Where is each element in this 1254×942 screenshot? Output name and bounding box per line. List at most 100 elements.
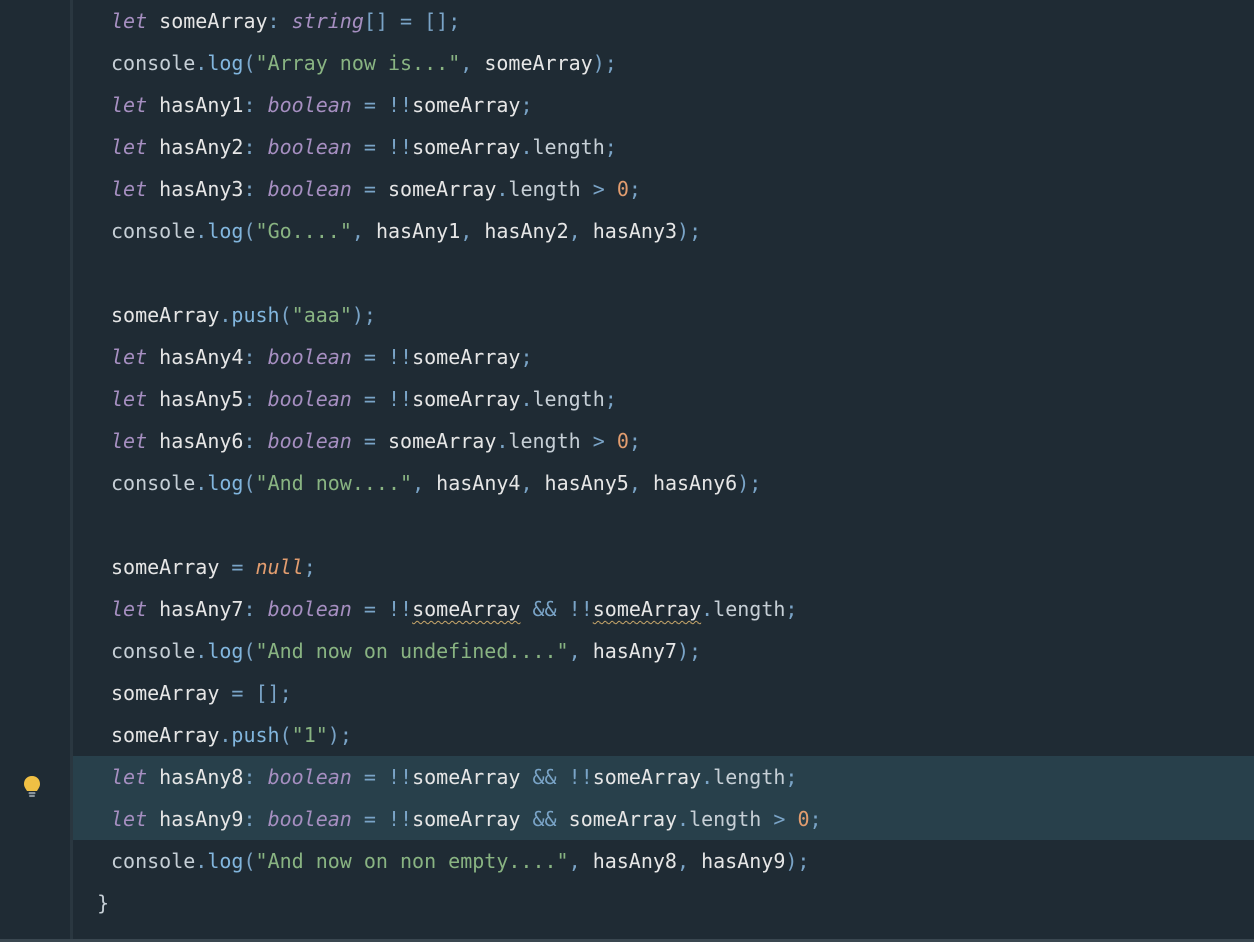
semicolon: ; <box>605 387 617 411</box>
equals: = <box>364 387 376 411</box>
keyword-let: let <box>111 765 147 789</box>
property: length <box>713 765 785 789</box>
number-literal: 0 <box>617 429 629 453</box>
identifier: someArray <box>569 807 677 831</box>
code-line[interactable]: let hasAny3: boolean = someArray.length … <box>73 168 1254 210</box>
quote: " <box>256 639 268 663</box>
code-line[interactable]: console.log("Go....", hasAny1, hasAny2, … <box>73 210 1254 252</box>
dot: . <box>219 303 231 327</box>
paren: ( <box>280 723 292 747</box>
type-boolean: boolean <box>268 387 352 411</box>
lightbulb-icon[interactable] <box>22 775 42 799</box>
property: length <box>713 597 785 621</box>
keyword-let: let <box>111 345 147 369</box>
keyword-let: let <box>111 9 147 33</box>
code-line[interactable]: } <box>73 882 1254 924</box>
colon: : <box>243 93 255 117</box>
code-line[interactable]: let hasAny4: boolean = !!someArray; <box>73 336 1254 378</box>
code-line[interactable]: let someArray: string[] = []; <box>73 0 1254 42</box>
equals: = <box>364 177 376 201</box>
code-line[interactable]: someArray.push("1"); <box>73 714 1254 756</box>
blank-line[interactable] <box>73 252 1254 294</box>
dot: . <box>195 51 207 75</box>
logical-and: && <box>533 765 557 789</box>
dot: . <box>496 177 508 201</box>
identifier: someArray <box>412 345 520 369</box>
semicolon: ; <box>520 345 532 369</box>
blank-line[interactable] <box>73 504 1254 546</box>
semicolon: ; <box>605 135 617 159</box>
identifier: hasAny7 <box>159 597 243 621</box>
not-not: !! <box>569 765 593 789</box>
code-line-selected[interactable]: let hasAny8: boolean = !!someArray && !!… <box>73 756 1254 798</box>
dot: . <box>520 387 532 411</box>
identifier: hasAny8 <box>159 765 243 789</box>
code-line-selected[interactable]: let hasAny9: boolean = !!someArray && so… <box>73 798 1254 840</box>
paren: ); <box>677 639 701 663</box>
keyword-let: let <box>111 387 147 411</box>
identifier: hasAny8 <box>593 849 677 873</box>
type-boolean: boolean <box>268 807 352 831</box>
not-not: !! <box>388 93 412 117</box>
string-literal: And now on non empty.... <box>268 849 557 873</box>
code-line[interactable]: let hasAny7: boolean = !!someArray && !!… <box>73 588 1254 630</box>
quote: " <box>292 723 304 747</box>
code-line[interactable]: let hasAny6: boolean = someArray.length … <box>73 420 1254 462</box>
identifier: hasAny6 <box>159 429 243 453</box>
paren: ); <box>352 303 376 327</box>
type-boolean: boolean <box>268 93 352 117</box>
identifier: hasAny3 <box>159 177 243 201</box>
not-not: !! <box>388 135 412 159</box>
quote: " <box>256 471 268 495</box>
comma: , <box>569 849 581 873</box>
code-line[interactable]: console.log("And now on non empty....", … <box>73 840 1254 882</box>
quote: " <box>316 723 328 747</box>
comma: , <box>352 219 364 243</box>
quote: " <box>448 51 460 75</box>
code-line[interactable]: let hasAny2: boolean = !!someArray.lengt… <box>73 126 1254 168</box>
colon: : <box>243 135 255 159</box>
colon: : <box>243 765 255 789</box>
comma: , <box>460 51 472 75</box>
identifier: hasAny1 <box>376 219 460 243</box>
gutter <box>0 0 70 942</box>
colon: : <box>243 429 255 453</box>
identifier: someArray <box>388 177 496 201</box>
semicolon: ; <box>810 807 822 831</box>
equals: = <box>231 681 243 705</box>
code-line[interactable]: console.log("And now on undefined....", … <box>73 630 1254 672</box>
dot: . <box>677 807 689 831</box>
identifier: hasAny9 <box>701 849 785 873</box>
string-literal: And now on undefined.... <box>268 639 557 663</box>
empty-array: []; <box>256 681 292 705</box>
quote: " <box>340 219 352 243</box>
identifier: someArray <box>159 9 267 33</box>
keyword-let: let <box>111 177 147 201</box>
code-line[interactable]: someArray = []; <box>73 672 1254 714</box>
function-name: log <box>207 51 243 75</box>
colon: : <box>243 345 255 369</box>
code-line[interactable]: console.log("And now....", hasAny4, hasA… <box>73 462 1254 504</box>
identifier: console <box>111 849 195 873</box>
not-not: !! <box>388 597 412 621</box>
greater-than: > <box>593 429 605 453</box>
identifier: someArray <box>412 387 520 411</box>
identifier: console <box>111 51 195 75</box>
code-line[interactable]: someArray.push("aaa"); <box>73 294 1254 336</box>
string-literal: 1 <box>304 723 316 747</box>
comma: , <box>460 219 472 243</box>
code-editor[interactable]: let someArray: string[] = []; console.lo… <box>0 0 1254 942</box>
equals: = <box>364 429 376 453</box>
dot: . <box>195 849 207 873</box>
code-line[interactable]: someArray = null; <box>73 546 1254 588</box>
code-area[interactable]: let someArray: string[] = []; console.lo… <box>73 0 1254 942</box>
paren: ( <box>243 219 255 243</box>
brackets: [] <box>364 9 388 33</box>
comma: , <box>677 849 689 873</box>
string-literal: And now.... <box>268 471 400 495</box>
string-literal: aaa <box>304 303 340 327</box>
code-line[interactable]: let hasAny5: boolean = !!someArray.lengt… <box>73 378 1254 420</box>
paren: ); <box>677 219 701 243</box>
code-line[interactable]: console.log("Array now is...", someArray… <box>73 42 1254 84</box>
code-line[interactable]: let hasAny1: boolean = !!someArray; <box>73 84 1254 126</box>
